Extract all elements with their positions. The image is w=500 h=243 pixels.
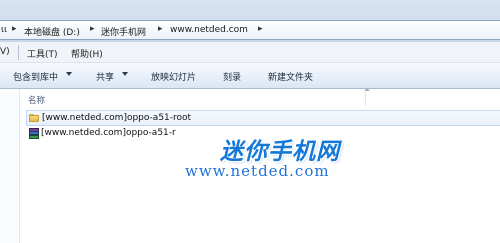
new-folder-button[interactable]: 新建文件夹 — [268, 70, 313, 83]
menu-tools[interactable]: 工具(T) — [27, 47, 58, 60]
column-header-name[interactable]: 名称 — [20, 92, 366, 106]
breadcrumb-drive-d[interactable]: 本地磁盘 (D:) — [24, 25, 80, 38]
menu-help[interactable]: 帮助(H) — [71, 47, 103, 60]
share-button[interactable]: 共享 — [96, 70, 114, 83]
sort-ascending-icon — [364, 88, 370, 91]
menu-bar: V) 工具(T) 帮助(H) — [0, 42, 500, 63]
watermark-logo-text: 迷你手机网 — [220, 139, 340, 165]
slideshow-button[interactable]: 放映幻灯片 — [151, 70, 196, 83]
chevron-right-icon[interactable]: ▸ — [90, 24, 95, 34]
file-row-folder[interactable]: [www.netded.com]oppo-a51-root — [26, 110, 500, 126]
menu-divider — [18, 45, 19, 60]
include-in-library-button[interactable]: 包含到库中 — [13, 70, 58, 83]
archive-icon — [29, 128, 39, 139]
watermark-url: www.netded.com — [185, 162, 330, 180]
pane-divider[interactable] — [19, 89, 20, 243]
menu-view[interactable]: V) — [0, 47, 10, 57]
command-toolbar: 包含到库中 共享 放映幻灯片 刻录 新建文件夹 — [0, 63, 500, 89]
breadcrumb-computer[interactable]: ιι — [1, 25, 7, 35]
file-name: [www.netded.com]oppo-a51-root — [42, 113, 192, 123]
burn-button[interactable]: 刻录 — [223, 70, 241, 83]
breadcrumb-folder-minimobile[interactable]: 迷你手机网 — [101, 25, 146, 38]
chevron-right-icon[interactable]: ▸ — [158, 24, 163, 34]
chevron-down-icon[interactable] — [66, 72, 72, 76]
chevron-down-icon[interactable] — [122, 72, 128, 76]
folder-icon — [29, 114, 39, 122]
breadcrumb-folder-netded[interactable]: www.netded.com — [170, 25, 248, 35]
column-header-name-label: 名称 — [28, 96, 46, 106]
file-name: [www.netded.com]oppo-a51-r — [41, 128, 176, 138]
navigation-pane-edge — [0, 89, 19, 243]
chevron-right-icon[interactable]: ▸ — [12, 24, 17, 34]
chevron-right-icon[interactable]: ▸ — [258, 24, 263, 34]
address-bar[interactable]: ιι ▸ 本地磁盘 (D:) ▸ 迷你手机网 ▸ www.netded.com … — [0, 20, 500, 40]
